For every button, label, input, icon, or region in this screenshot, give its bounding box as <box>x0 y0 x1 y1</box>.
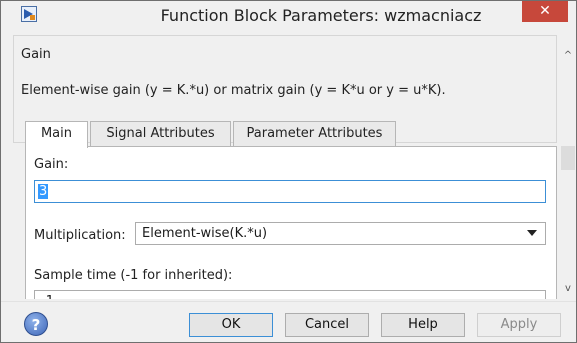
multiplication-dropdown[interactable]: Element-wise(K.*u) <box>135 222 546 245</box>
title-bar[interactable]: Function Block Parameters: wzmacniacz ✕ <box>1 1 576 31</box>
tab-parameter-attributes[interactable]: Parameter Attributes <box>233 121 396 147</box>
scroll-thumb[interactable] <box>561 146 575 170</box>
vertical-scrollbar[interactable]: ^ v <box>560 48 576 299</box>
gain-label: Gain: <box>34 157 69 172</box>
sample-time-label: Sample time (-1 for inherited): <box>34 268 233 283</box>
dialog-window: Function Block Parameters: wzmacniacz ✕ … <box>0 0 577 343</box>
button-bar: ? OK Cancel Help Apply <box>1 301 576 342</box>
block-description: Element-wise gain (y = K.*u) or matrix g… <box>21 83 446 98</box>
close-button[interactable]: ✕ <box>522 1 568 22</box>
tab-signal-attributes[interactable]: Signal Attributes <box>90 121 231 147</box>
scroll-up-icon[interactable]: ^ <box>560 48 576 64</box>
cancel-button[interactable]: Cancel <box>285 313 369 337</box>
tab-main[interactable]: Main <box>25 121 88 148</box>
simulink-block-icon <box>21 6 37 22</box>
help-icon[interactable]: ? <box>24 312 48 336</box>
help-button[interactable]: Help <box>381 313 465 337</box>
multiplication-value: Element-wise(K.*u) <box>142 226 268 241</box>
group-title: Gain <box>21 47 51 62</box>
window-title: Function Block Parameters: wzmacniacz <box>160 6 482 25</box>
dialog-client: Gain Element-wise gain (y = K.*u) or mat… <box>9 31 559 299</box>
sample-time-input[interactable]: -1 <box>34 290 546 299</box>
tab-panel-main: Gain: 3 Multiplication: Element-wise(K.*… <box>25 146 557 299</box>
dropdown-arrow-icon[interactable] <box>527 230 537 236</box>
apply-button[interactable]: Apply <box>477 313 561 337</box>
gain-input[interactable]: 3 <box>34 180 546 203</box>
ok-button[interactable]: OK <box>189 313 273 337</box>
multiplication-label: Multiplication: <box>34 228 126 243</box>
scroll-down-icon[interactable]: v <box>560 281 576 297</box>
gain-value-selected: 3 <box>38 184 49 199</box>
